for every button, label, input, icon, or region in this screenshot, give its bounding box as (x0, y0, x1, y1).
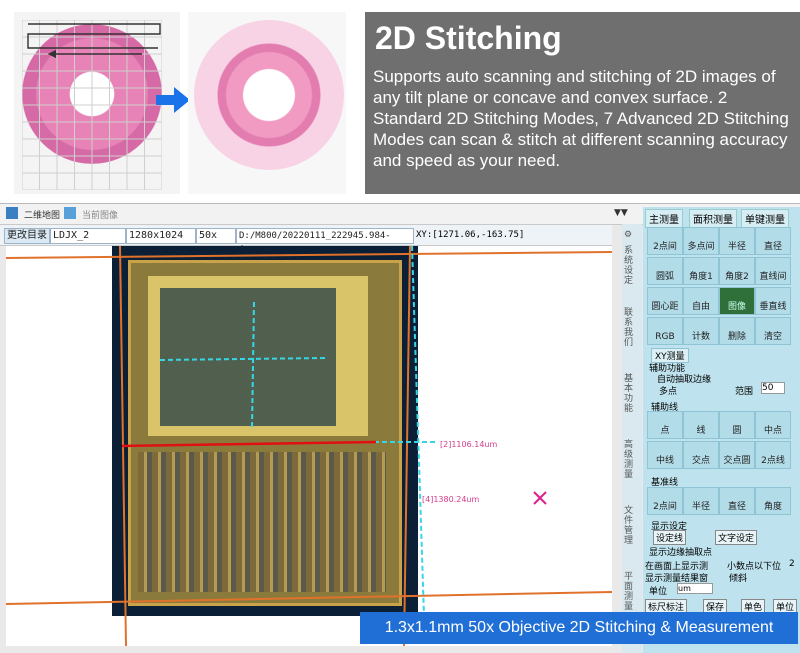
tissue-lumen (246, 78, 286, 108)
base-diameter[interactable]: 直径 (719, 487, 755, 515)
folder-select[interactable]: LDJX_2 (50, 228, 126, 244)
aux-circle[interactable]: 圆 (719, 411, 755, 439)
tool-multi-point[interactable]: 多点间 (683, 227, 719, 255)
tool-radius[interactable]: 半径 (719, 227, 755, 255)
tab-single-key-measure[interactable]: 单键测量 (741, 209, 789, 228)
base-angle[interactable]: 角度 (755, 487, 791, 515)
resolution-select[interactable]: 1280x1024 (126, 228, 196, 244)
side-label-plane[interactable]: 平面测量 (624, 572, 638, 612)
side-label-basic[interactable]: 基本功能 (624, 374, 638, 414)
side-label-contact[interactable]: 联系我们 (624, 308, 638, 348)
tool-line-between[interactable]: 直线间 (755, 257, 791, 285)
measurement-label-2: [4]1380.24um (422, 495, 479, 504)
tool-angle-2[interactable]: 角度2 (719, 257, 755, 285)
caption-banner: 1.3x1.1mm 50x Objective 2D Stitching & M… (360, 612, 798, 644)
image-icon (64, 207, 76, 219)
aux-midline[interactable]: 中线 (647, 441, 683, 469)
tool-arc[interactable]: 圆弧 (647, 257, 683, 285)
skew-label: 倾斜 (729, 574, 748, 584)
show-edge-checkbox[interactable]: 显示边缘抽取点 (649, 545, 712, 558)
map-icon (6, 207, 18, 219)
change-directory-button[interactable]: 更改目录 (4, 228, 50, 244)
unit-select[interactable]: um (677, 583, 713, 594)
measurement-panel: 主测量 面积测量 单键测量 2点间 多点间 半径 直径 圆弧 角度1 角度2 直… (643, 207, 800, 653)
panel-collapse-icon[interactable]: ▼▼ (614, 208, 628, 218)
aux-point[interactable]: 点 (647, 411, 683, 439)
tool-clear[interactable]: 清空 (755, 317, 791, 345)
vertical-side-bar: ⚙ 系统设定 联系我们 基本功能 高级测量 文件管理 平面测量 (622, 224, 642, 653)
tool-image[interactable]: 图像 (719, 287, 755, 315)
tool-free[interactable]: 自由 (683, 287, 719, 315)
tool-two-point[interactable]: 2点间 (647, 227, 683, 255)
text-setting-button[interactable]: 文字设定 (715, 530, 758, 545)
aux-intersection[interactable]: 交点 (683, 441, 719, 469)
stitched-image-canvas[interactable]: [2]1106.14um [4]1380.24um (6, 246, 612, 646)
measurement-overlay: [2]1106.14um [4]1380.24um (6, 246, 612, 646)
tool-diameter[interactable]: 直径 (755, 227, 791, 255)
scan-grid-overlay (22, 20, 162, 190)
tool-perpendicular[interactable]: 垂直线 (755, 287, 791, 315)
tool-angle-1[interactable]: 角度1 (683, 257, 719, 285)
measurement-label-1: [2]1106.14um (440, 440, 497, 449)
tab-area-measure[interactable]: 面积测量 (689, 209, 737, 228)
aux-midpoint[interactable]: 中点 (755, 411, 791, 439)
xy-readout: XY:[1271.06,-163.75] (416, 230, 525, 240)
feature-description: Supports auto scanning and stitching of … (373, 67, 789, 170)
arrow-right-icon (156, 87, 190, 113)
side-label-settings[interactable]: 系统设定 (624, 246, 638, 286)
tool-center-distance[interactable]: 圆心距 (647, 287, 683, 315)
side-label-files[interactable]: 文件管理 (624, 506, 638, 546)
range-label: 范围 (735, 387, 754, 397)
decimal-value[interactable]: 2 (789, 559, 795, 569)
feature-description-box: 2D Stitching Supports auto scanning and … (365, 12, 800, 194)
side-label-advanced[interactable]: 高级测量 (624, 440, 638, 480)
set-line-button[interactable]: 设定线 (653, 530, 687, 545)
tool-rgb[interactable]: RGB (647, 317, 683, 345)
range-input[interactable]: 50 (761, 382, 785, 394)
cross-marker-icon[interactable] (533, 491, 547, 505)
aux-two-point-line[interactable]: 2点线 (755, 441, 791, 469)
tab-current-image[interactable]: 当前图像 (82, 208, 118, 221)
aux-line[interactable]: 线 (683, 411, 719, 439)
multipoint-radio[interactable]: 多点 (659, 384, 677, 397)
side-icon-settings[interactable]: ⚙ (624, 230, 638, 240)
feature-title: 2D Stitching (375, 20, 562, 56)
tool-count[interactable]: 计数 (683, 317, 719, 345)
objective-select[interactable]: 50x (196, 228, 236, 244)
base-radius[interactable]: 半径 (683, 487, 719, 515)
tool-delete[interactable]: 删除 (719, 317, 755, 345)
microscope-app-window: 二维地图 当前图像 ▼▼ 更改目录 LDJX_2 1280x1024 50x D… (0, 203, 800, 653)
base-two-point[interactable]: 2点间 (647, 487, 683, 515)
tab-2d-map[interactable]: 二维地图 (24, 208, 60, 221)
unit-label: 单位 (649, 587, 668, 597)
path-field[interactable]: D:/M800/20220111_222945.984-juyue (236, 228, 414, 255)
aux-intersection-circle[interactable]: 交点圆 (719, 441, 755, 469)
toolbar: 更改目录 LDJX_2 1280x1024 50x D:/M800/202201… (0, 225, 612, 255)
tab-main-measure[interactable]: 主测量 (645, 209, 683, 228)
